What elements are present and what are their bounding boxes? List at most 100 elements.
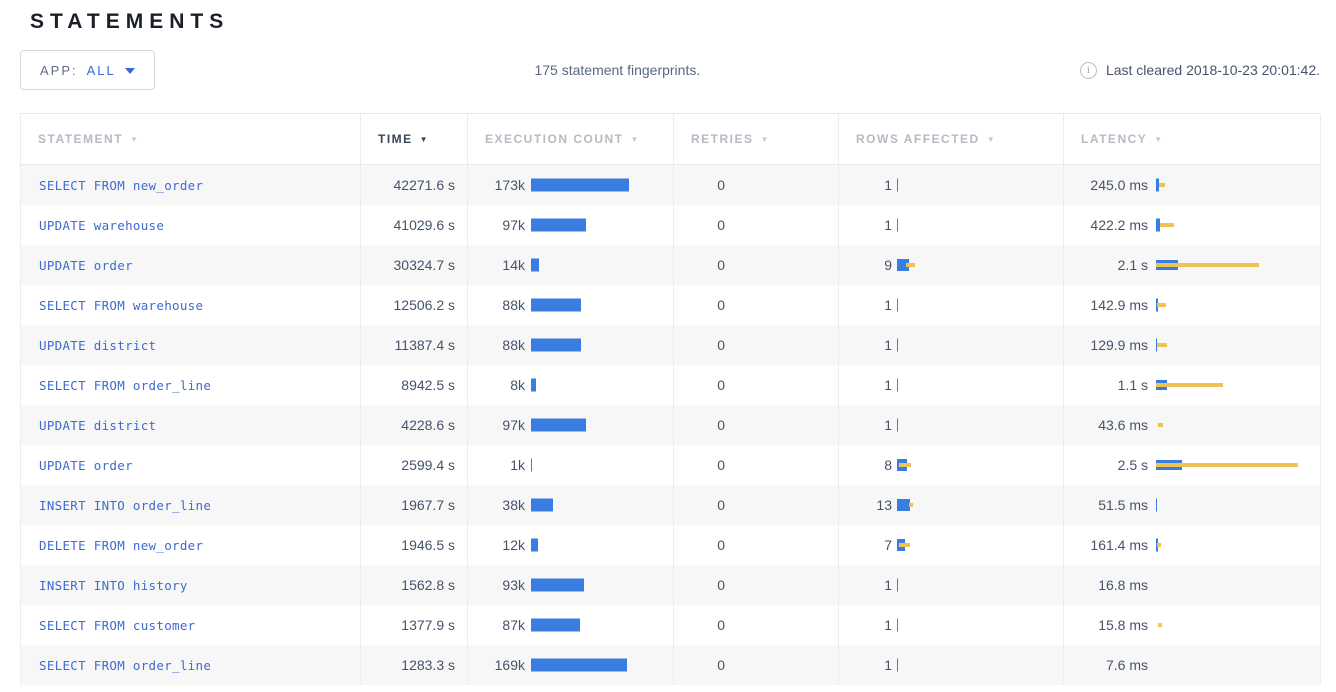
toolbar: APP: ALL 175 statement fingerprints. Las…: [20, 50, 1320, 90]
execution-count-bar: [531, 497, 669, 513]
latency-bar: [1156, 617, 1314, 633]
rows-affected-bar: [897, 497, 1057, 513]
execution-count-value: 93k: [468, 577, 525, 593]
statement-link[interactable]: SELECT FROM order_line: [39, 658, 211, 673]
mean-bar: [897, 379, 898, 392]
sort-descending-icon: ▼: [761, 135, 770, 144]
execution-count-value: 38k: [468, 497, 525, 513]
execution-count-value: 14k: [468, 257, 525, 273]
statement-link[interactable]: UPDATE warehouse: [39, 218, 164, 233]
latency-bar: [1156, 497, 1314, 513]
rows-affected-value: 1: [839, 297, 892, 313]
retries-value: 0: [674, 457, 725, 473]
sort-descending-icon: ▼: [1154, 135, 1163, 144]
stddev-line: [1160, 223, 1174, 227]
column-header-latency[interactable]: LATENCY ▼: [1064, 114, 1321, 164]
statement-link[interactable]: UPDATE order: [39, 458, 133, 473]
statement-link[interactable]: UPDATE district: [39, 418, 156, 433]
time-cell: 11387.4 s: [361, 325, 468, 365]
column-header-execution-count[interactable]: EXECUTION COUNT ▼: [468, 114, 674, 164]
mean-bar: [897, 419, 898, 432]
execution-count-bar: [531, 657, 669, 673]
rows-affected-cell: 1: [839, 605, 1064, 645]
column-header-statement[interactable]: STATEMENT ▼: [21, 114, 361, 164]
retries-cell: 0: [674, 525, 839, 565]
mean-bar: [531, 299, 581, 312]
info-icon[interactable]: [1080, 62, 1097, 79]
table-row: UPDATE order 2599.4 s 1k 0 8 2.5 s: [21, 445, 1320, 485]
statement-link[interactable]: SELECT FROM warehouse: [39, 298, 203, 313]
mean-bar: [897, 219, 898, 232]
retries-cell: 0: [674, 325, 839, 365]
statement-cell: UPDATE warehouse: [21, 205, 361, 245]
chevron-down-icon: [125, 68, 135, 74]
execution-count-value: 88k: [468, 337, 525, 353]
statement-link[interactable]: UPDATE order: [39, 258, 133, 273]
rows-affected-value: 1: [839, 417, 892, 433]
sort-descending-icon: ▼: [987, 135, 996, 144]
statement-cell: UPDATE district: [21, 325, 361, 365]
latency-bar: [1156, 457, 1314, 473]
statement-link[interactable]: INSERT INTO history: [39, 578, 188, 593]
table-row: INSERT INTO history 1562.8 s 93k 0 1 16.…: [21, 565, 1320, 605]
latency-cell: 43.6 ms: [1064, 405, 1321, 445]
rows-affected-bar: [897, 257, 1057, 273]
mean-bar: [897, 579, 898, 592]
execution-count-bar: [531, 537, 669, 553]
stddev-line: [906, 263, 915, 267]
statement-link[interactable]: UPDATE district: [39, 338, 156, 353]
retries-value: 0: [674, 337, 725, 353]
execution-count-value: 8k: [468, 377, 525, 393]
statement-link[interactable]: INSERT INTO order_line: [39, 498, 211, 513]
app-filter-dropdown[interactable]: APP: ALL: [20, 50, 155, 90]
mean-bar: [1156, 499, 1157, 512]
stddev-line: [1158, 423, 1163, 427]
statement-link[interactable]: SELECT FROM new_order: [39, 178, 203, 193]
statement-link[interactable]: SELECT FROM order_line: [39, 378, 211, 393]
time-value: 41029.6 s: [394, 217, 456, 233]
retries-value: 0: [674, 377, 725, 393]
mean-bar: [897, 299, 898, 312]
rows-affected-bar: [897, 417, 1057, 433]
stddev-line: [899, 543, 910, 547]
retries-cell: 0: [674, 565, 839, 605]
table-row: SELECT FROM customer 1377.9 s 87k 0 1 15…: [21, 605, 1320, 645]
table-row: SELECT FROM order_line 1283.3 s 169k 0 1…: [21, 645, 1320, 685]
column-header-retries[interactable]: RETRIES ▼: [674, 114, 839, 164]
mean-bar: [531, 459, 532, 472]
column-header-rows-affected[interactable]: ROWS AFFECTED ▼: [839, 114, 1064, 164]
app-filter-value: ALL: [87, 63, 116, 78]
retries-value: 0: [674, 497, 725, 513]
execution-count-bar: [531, 337, 669, 353]
statement-link[interactable]: DELETE FROM new_order: [39, 538, 203, 553]
rows-affected-bar: [897, 617, 1057, 633]
execution-count-cell: 88k: [468, 325, 674, 365]
rows-affected-cell: 1: [839, 285, 1064, 325]
table-body: SELECT FROM new_order 42271.6 s 173k 0 1…: [20, 165, 1320, 685]
rows-affected-value: 9: [839, 257, 892, 273]
table-row: UPDATE warehouse 41029.6 s 97k 0 1 422.2…: [21, 205, 1320, 245]
latency-value: 2.1 s: [1064, 257, 1148, 273]
rows-affected-cell: 1: [839, 325, 1064, 365]
execution-count-bar: [531, 297, 669, 313]
table-row: UPDATE district 11387.4 s 88k 0 1 129.9 …: [21, 325, 1320, 365]
stddev-line: [899, 463, 911, 467]
retries-cell: 0: [674, 365, 839, 405]
execution-count-cell: 38k: [468, 485, 674, 525]
table-row: INSERT INTO order_line 1967.7 s 38k 0 13…: [21, 485, 1320, 525]
column-header-label: RETRIES: [691, 132, 754, 146]
latency-value: 245.0 ms: [1064, 177, 1148, 193]
latency-bar: [1156, 417, 1314, 433]
latency-cell: 15.8 ms: [1064, 605, 1321, 645]
column-header-time[interactable]: TIME ▼: [361, 114, 468, 164]
rows-affected-value: 7: [839, 537, 892, 553]
latency-cell: 129.9 ms: [1064, 325, 1321, 365]
statement-link[interactable]: SELECT FROM customer: [39, 618, 196, 633]
column-header-label: EXECUTION COUNT: [485, 132, 624, 146]
latency-bar: [1156, 577, 1314, 593]
execution-count-bar: [531, 217, 669, 233]
stddev-line: [909, 503, 913, 507]
latency-cell: 2.1 s: [1064, 245, 1321, 285]
statement-cell: SELECT FROM new_order: [21, 165, 361, 205]
execution-count-bar: [531, 257, 669, 273]
